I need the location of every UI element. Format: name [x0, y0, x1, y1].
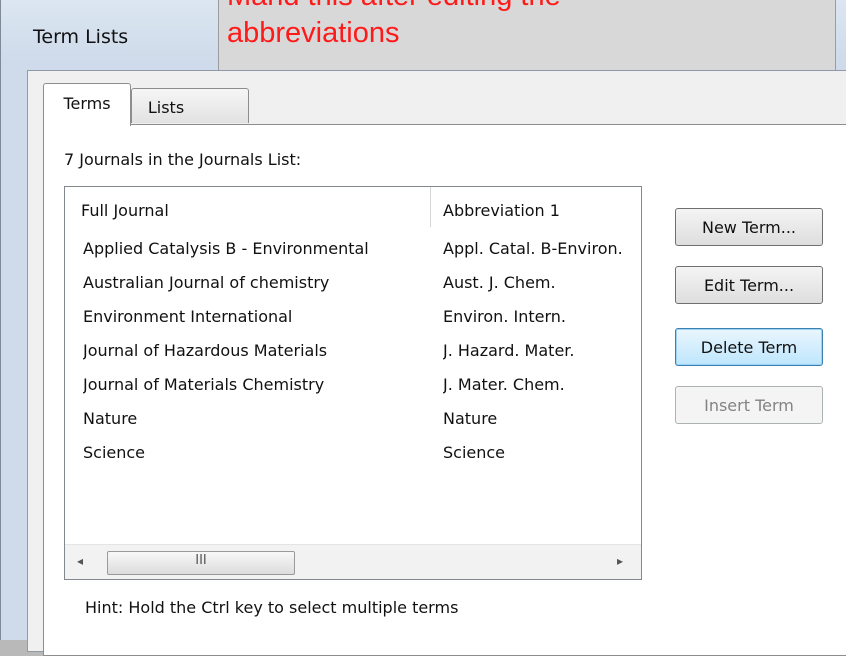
term-lists-dialog: Term Lists Terms Lists 7 Journals in the…: [0, 0, 846, 656]
annotation-line-1: Mand this after editing the: [227, 0, 827, 15]
column-header-abbreviation-1[interactable]: Abbreviation 1: [431, 187, 641, 227]
abbreviation-cell: Science: [443, 443, 506, 462]
full-journal-cell: Environment International: [83, 307, 293, 326]
abbreviation-cell: Environ. Intern.: [443, 307, 566, 326]
list-item[interactable]: Science Science: [65, 443, 641, 477]
full-journal-cell: Australian Journal of chemistry: [83, 273, 330, 292]
insert-term-button: Insert Term: [675, 386, 823, 424]
full-journal-cell: Applied Catalysis B - Environmental: [83, 239, 369, 258]
list-item[interactable]: Applied Catalysis B - Environmental Appl…: [65, 239, 641, 273]
new-term-button[interactable]: New Term...: [675, 208, 823, 246]
tab-lists[interactable]: Lists: [131, 88, 249, 123]
column-header-full-journal[interactable]: Full Journal: [65, 187, 431, 227]
abbreviation-cell: J. Mater. Chem.: [443, 375, 565, 394]
journal-count-label: 7 Journals in the Journals List:: [64, 150, 302, 169]
abbreviation-cell: Nature: [443, 409, 498, 428]
hint-text: Hint: Hold the Ctrl key to select multip…: [85, 598, 459, 617]
journal-list[interactable]: Full Journal Abbreviation 1 Applied Cata…: [64, 186, 642, 580]
horizontal-scrollbar[interactable]: ◂ III ▸: [65, 544, 641, 579]
full-journal-cell: Nature: [83, 409, 138, 428]
full-journal-cell: Journal of Hazardous Materials: [83, 341, 328, 360]
list-item[interactable]: Nature Nature: [65, 409, 641, 443]
abbreviation-cell: Aust. J. Chem.: [443, 273, 556, 292]
full-journal-cell: Science: [83, 443, 146, 462]
delete-term-button[interactable]: Delete Term: [675, 328, 823, 366]
abbreviation-cell: Appl. Catal. B-Environ.: [443, 239, 623, 258]
annotation-text: Mand this after editing the abbreviation…: [227, 0, 827, 52]
annotation-line-2: abbreviations: [227, 17, 400, 49]
list-item[interactable]: Australian Journal of chemistry Aust. J.…: [65, 273, 641, 307]
tab-terms[interactable]: Terms: [43, 83, 131, 126]
scrollbar-thumb[interactable]: III: [107, 551, 295, 575]
grip-icon: III: [195, 553, 207, 568]
list-item[interactable]: Journal of Materials Chemistry J. Mater.…: [65, 375, 641, 409]
list-item[interactable]: Journal of Hazardous Materials J. Hazard…: [65, 341, 641, 375]
window-title: Term Lists: [33, 26, 129, 48]
edit-term-button[interactable]: Edit Term...: [675, 266, 823, 304]
scroll-left-icon[interactable]: ◂: [77, 554, 83, 568]
annotation-callout: Mand this after editing the abbreviation…: [218, 0, 836, 70]
abbreviation-cell: J. Hazard. Mater.: [443, 341, 575, 360]
full-journal-cell: Journal of Materials Chemistry: [83, 375, 325, 394]
list-item[interactable]: Environment International Environ. Inter…: [65, 307, 641, 341]
scroll-right-icon[interactable]: ▸: [617, 554, 623, 568]
